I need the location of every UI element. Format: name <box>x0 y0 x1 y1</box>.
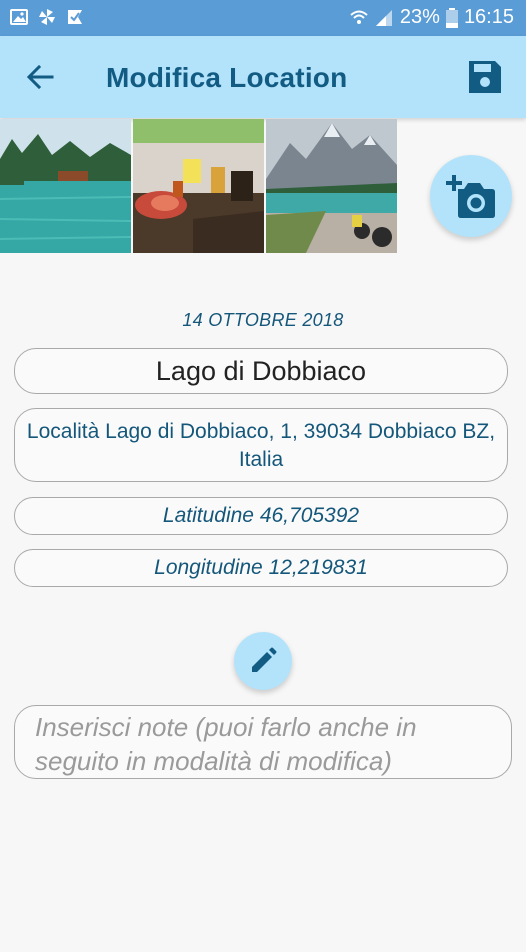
longitude-field[interactable]: Longitudine 12,219831 <box>14 549 508 587</box>
notes-input[interactable]: Inserisci note (puoi farlo anche in segu… <box>14 705 512 779</box>
edit-notes-button[interactable] <box>234 632 292 690</box>
battery-percent: 23% <box>399 6 440 28</box>
address-field[interactable]: Località Lago di Dobbiaco, 1, 39034 Dobb… <box>14 408 508 482</box>
clock: 16:15 <box>463 6 514 28</box>
food-table-photo[interactable] <box>133 119 264 253</box>
add-photo-button[interactable] <box>430 155 512 237</box>
latitude-field[interactable]: Latitudine 46,705392 <box>14 497 508 535</box>
photo-gallery <box>0 119 397 253</box>
status-left-icons <box>10 8 84 26</box>
floppy-disk-icon[interactable] <box>466 58 504 96</box>
address-line1: Località Lago di Dobbiaco, 1, 39034 Dobb… <box>26 420 496 443</box>
arrow-left-icon[interactable] <box>24 60 58 94</box>
location-name-field[interactable]: Lago di Dobbiaco <box>14 348 508 394</box>
page-title: Modifica Location <box>106 62 348 93</box>
check-flag-icon <box>68 10 82 24</box>
image-icon <box>10 9 28 25</box>
signal-icon <box>375 9 392 26</box>
battery-icon <box>445 7 458 28</box>
status-right: 23% 16:15 <box>350 6 514 29</box>
address-line2: Italia <box>238 448 284 471</box>
add-camera-icon <box>446 175 495 218</box>
location-date: 14 OTTOBRE 2018 <box>182 310 344 330</box>
pinwheel-icon <box>39 9 55 25</box>
wifi-icon <box>350 10 368 24</box>
lake-photo[interactable] <box>0 119 131 253</box>
pencil-icon <box>252 647 277 672</box>
app-bar: Modifica Location <box>0 36 526 118</box>
status-bar: 23% 16:15 <box>0 0 526 36</box>
mountain-lake-photo[interactable] <box>266 119 397 253</box>
